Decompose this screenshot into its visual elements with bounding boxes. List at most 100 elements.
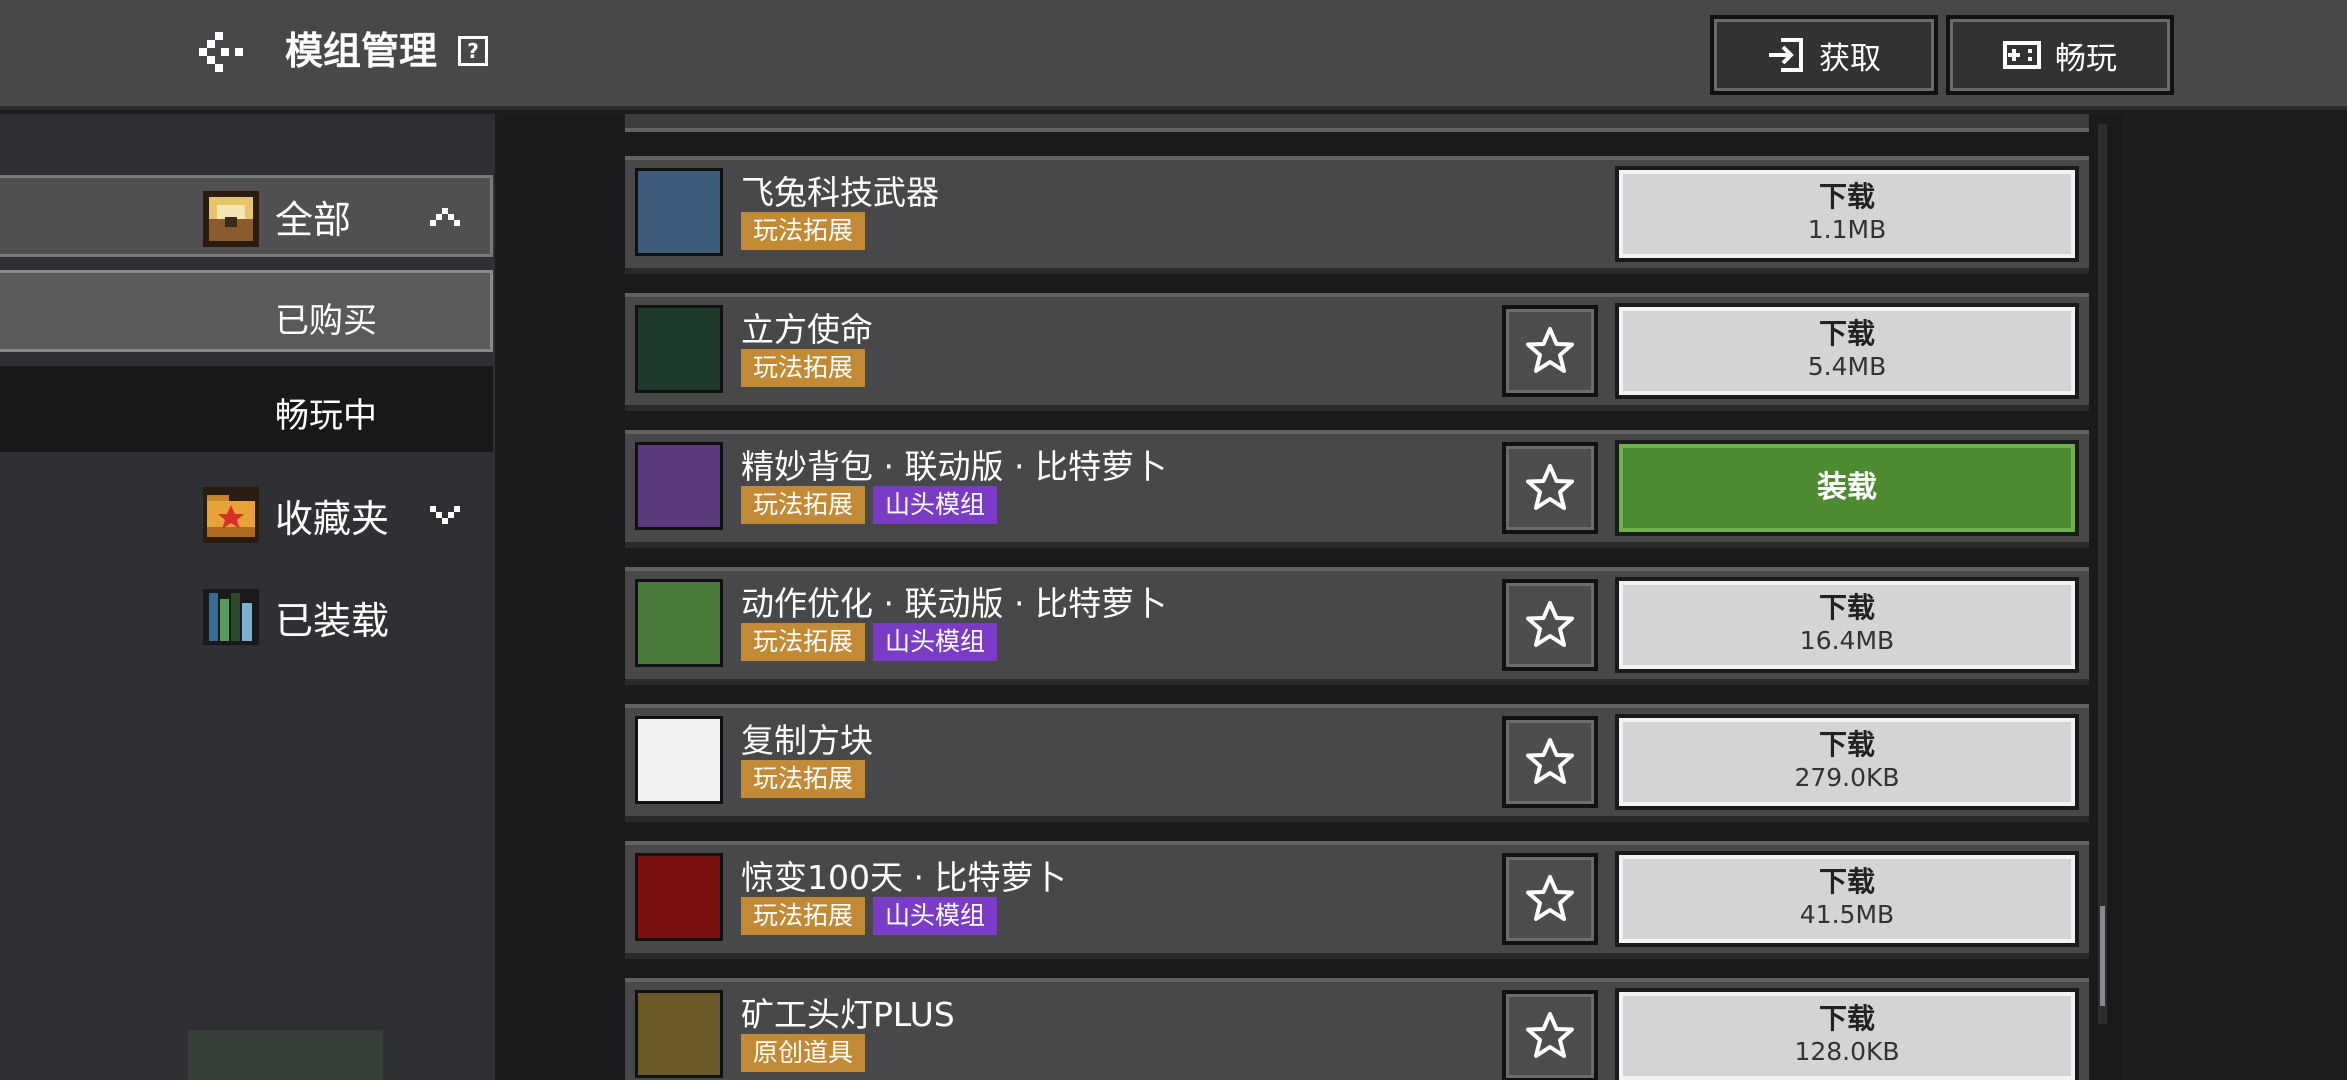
download-label: 下载 [1818,865,1875,898]
mod-tags: 玩法拓展 [741,760,866,798]
help-icon[interactable]: ? [458,36,488,66]
chevron-up-icon [430,208,460,226]
star-icon [1526,1012,1574,1058]
mod-tag: 玩法拓展 [741,212,866,250]
mod-tags: 原创道具 [741,1034,866,1072]
sidebar-item-bought[interactable]: 已购买 [0,270,493,352]
file-size: 279.0KB [1794,763,1900,792]
download-label: 下载 [1818,591,1875,624]
file-size: 41.5MB [1799,900,1895,929]
mod-tag: 原创道具 [741,1034,866,1072]
mod-tags: 玩法拓展 山头模组 [741,623,998,661]
star-icon [1526,327,1574,373]
mod-tag: 山头模组 [873,623,998,661]
download-label: 下载 [1818,180,1875,213]
mod-tag: 玩法拓展 [741,486,866,524]
mod-tags: 玩法拓展 [741,349,866,387]
mod-thumbnail [635,990,723,1078]
mod-name: 飞兔科技武器 [741,173,939,212]
enter-icon [1769,38,1803,72]
list-item-partial [625,114,2089,132]
mod-tag: 山头模组 [873,897,998,935]
download-button[interactable]: 下载 128.0KB [1615,988,2079,1080]
file-size: 5.4MB [1807,352,1887,381]
favorite-button[interactable] [1502,853,1598,945]
mod-tags: 玩法拓展 [741,212,866,250]
scrollbar-track[interactable] [2098,124,2107,1024]
favorite-button[interactable] [1502,716,1598,808]
favorite-button[interactable] [1502,442,1598,534]
favorite-button[interactable] [1502,305,1598,397]
mod-tag: 玩法拓展 [741,349,866,387]
sidebar-divider [495,114,503,1080]
mod-thumbnail [635,442,723,530]
mod-tag: 玩法拓展 [741,897,866,935]
file-size: 1.1MB [1807,215,1887,244]
download-button[interactable]: 下载 16.4MB [1615,577,2079,673]
mod-thumbnail [635,853,723,941]
list-item[interactable]: 矿工头灯PLUS 原创道具 下载 128.0KB [625,978,2089,1080]
list-item[interactable]: 立方使命 玩法拓展 下载 5.4MB [625,293,2089,411]
download-button[interactable]: 下载 41.5MB [1615,851,2079,947]
mod-name: 动作优化 · 联动版 · 比特萝卜 [741,584,1167,623]
sidebar-item-playing[interactable]: 畅玩中 [0,366,493,452]
get-button[interactable]: 获取 [1710,15,1938,95]
load-button[interactable]: 装载 [1615,440,2079,536]
star-icon [1526,738,1574,784]
mod-name: 立方使命 [741,310,873,349]
bookshelf-icon [203,589,259,645]
mod-name: 精妙背包 · 联动版 · 比特萝卜 [741,447,1167,486]
sidebar-item-favorites[interactable]: 收藏夹 [0,474,493,556]
mod-tag: 山头模组 [873,486,998,524]
mod-list: 飞兔科技武器 玩法拓展 下载 1.1MB 立方使命 玩法拓展 下载 5.4MB 精妙背包 · 联… [503,114,2123,1080]
sidebar-item-label: 已装载 [275,598,390,643]
download-button[interactable]: 下载 279.0KB [1615,714,2079,810]
page-title: 模组管理 [285,29,438,73]
chest-icon [203,191,259,247]
download-label: 下载 [1818,1002,1875,1035]
back-arrow-icon[interactable] [195,28,255,76]
mod-tags: 玩法拓展 山头模组 [741,486,998,524]
mod-thumbnail [635,716,723,804]
list-item[interactable]: 精妙背包 · 联动版 · 比特萝卜 玩法拓展 山头模组 装载 [625,430,2089,548]
blurred-preview [188,1030,383,1080]
mod-thumbnail [635,168,723,256]
mod-thumbnail [635,579,723,667]
play-button-label: 畅玩 [2055,40,2117,77]
list-item[interactable]: 惊变100天 · 比特萝卜 玩法拓展 山头模组 下载 41.5MB [625,841,2089,959]
sidebar-item-label: 全部 [275,197,352,242]
list-item[interactable]: 飞兔科技武器 玩法拓展 下载 1.1MB [625,156,2089,274]
sidebar-item-label: 收藏夹 [275,496,390,541]
chevron-down-icon [430,506,460,524]
top-bar: 模组管理 ? 获取 畅玩 [0,0,2347,110]
play-button[interactable]: 畅玩 [1946,15,2174,95]
sidebar-item-label: 畅玩中 [275,396,377,436]
get-button-label: 获取 [1819,40,1881,77]
mod-tag: 玩法拓展 [741,623,866,661]
gamepad-icon [2003,41,2041,69]
sidebar-item-label: 已购买 [275,301,377,341]
list-item[interactable]: 动作优化 · 联动版 · 比特萝卜 玩法拓展 山头模组 下载 16.4MB [625,567,2089,685]
star-icon [1526,875,1574,921]
mod-name: 惊变100天 · 比特萝卜 [741,858,1067,897]
mod-tag: 玩法拓展 [741,760,866,798]
favorite-button[interactable] [1502,990,1598,1080]
download-button[interactable]: 下载 5.4MB [1615,303,2079,399]
mod-thumbnail [635,305,723,393]
download-label: 下载 [1818,728,1875,761]
download-label: 下载 [1818,317,1875,350]
star-icon [1526,601,1574,647]
list-item[interactable]: 复制方块 玩法拓展 下载 279.0KB [625,704,2089,822]
sidebar-item-all[interactable]: 全部 [0,175,493,257]
file-size: 16.4MB [1799,626,1895,655]
download-button[interactable]: 下载 1.1MB [1615,166,2079,262]
file-size: 128.0KB [1794,1037,1900,1066]
mod-name: 复制方块 [741,721,873,760]
sidebar-item-loaded[interactable]: 已装载 [0,576,493,658]
star-icon [1526,464,1574,510]
mod-name: 矿工头灯PLUS [741,995,955,1034]
folder-star-icon [203,487,259,543]
scrollbar-thumb[interactable] [2100,906,2105,1006]
mod-tags: 玩法拓展 山头模组 [741,897,998,935]
favorite-button[interactable] [1502,579,1598,671]
